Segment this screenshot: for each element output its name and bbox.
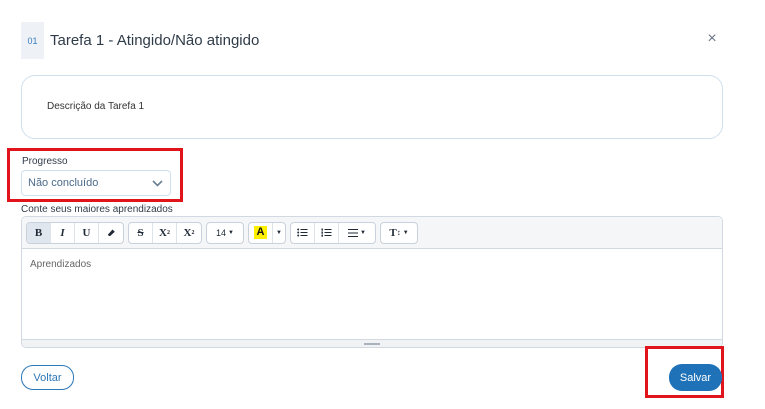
eraser-icon[interactable] xyxy=(99,223,123,243)
progress-label: Progresso xyxy=(22,156,68,167)
back-button[interactable]: Voltar xyxy=(21,365,74,390)
task-number-badge: 01 xyxy=(21,22,44,59)
font-size-group: 14 ▼ xyxy=(206,221,244,244)
task-description-box: Descrição da Tarefa 1 xyxy=(21,75,723,139)
underline-button[interactable]: U xyxy=(75,222,99,243)
caret-down-icon: ▼ xyxy=(228,229,234,236)
editor-toolbar: B I U S X2 X2 14 ▼ A ▼ ▼ T ↕ ▼ xyxy=(22,217,722,249)
highlight-color-icon: A xyxy=(253,226,268,239)
subscript-mark: 2 xyxy=(191,229,195,236)
superscript-label: X xyxy=(159,226,167,239)
paragraph-group: ▼ xyxy=(290,221,376,244)
text-height-label: T xyxy=(389,226,397,239)
task-description-text: Descrição da Tarefa 1 xyxy=(47,101,145,112)
caret-down-icon: ▼ xyxy=(402,229,409,236)
caret-down-icon: ▼ xyxy=(276,229,282,236)
align-dropdown[interactable]: ▼ xyxy=(339,223,375,243)
color-group: A ▼ xyxy=(248,221,286,244)
superscript-button[interactable]: X2 xyxy=(153,222,177,243)
editor-placeholder: Aprendizados xyxy=(30,259,92,270)
font-size-dropdown[interactable]: 14 ▼ xyxy=(207,223,243,243)
caret-down-icon: ▼ xyxy=(360,229,366,236)
strikethrough-button[interactable]: S xyxy=(129,222,153,243)
unordered-list-icon[interactable] xyxy=(291,222,315,243)
subscript-button[interactable]: X2 xyxy=(177,223,201,243)
task-title: Tarefa 1 - Atingido/Não atingido xyxy=(50,32,260,49)
font-size-value: 14 xyxy=(216,227,227,238)
script-group: S X2 X2 xyxy=(128,221,202,244)
editor-resize-handle[interactable] xyxy=(22,339,722,347)
text-height-arrows-icon: ↕ xyxy=(396,228,401,237)
format-group: B I U xyxy=(26,221,124,244)
bold-button[interactable]: B xyxy=(27,222,51,243)
ordered-list-icon[interactable] xyxy=(315,222,339,243)
learnings-label: Conte seus maiores aprendizados xyxy=(21,204,173,215)
text-height-group: T ↕ ▼ xyxy=(380,221,418,244)
chevron-down-icon xyxy=(152,179,163,187)
highlight-color-button[interactable]: A xyxy=(249,222,273,243)
text-height-dropdown[interactable]: T ↕ ▼ xyxy=(381,223,417,243)
progress-select[interactable]: Não concluído xyxy=(21,170,171,196)
close-icon[interactable]: × xyxy=(704,31,720,47)
rich-text-editor: B I U S X2 X2 14 ▼ A ▼ ▼ T ↕ ▼ Aprendiza… xyxy=(21,216,723,348)
align-icon xyxy=(348,228,359,237)
subscript-label: X xyxy=(183,226,192,239)
save-button[interactable]: Salvar xyxy=(669,364,722,391)
progress-selected-value: Não concluído xyxy=(28,177,99,189)
superscript-mark: 2 xyxy=(166,229,170,236)
grip-icon xyxy=(364,342,380,345)
highlight-color-dropdown[interactable]: ▼ xyxy=(273,223,285,243)
italic-button[interactable]: I xyxy=(51,222,75,243)
editor-text-area[interactable]: Aprendizados xyxy=(22,249,722,339)
